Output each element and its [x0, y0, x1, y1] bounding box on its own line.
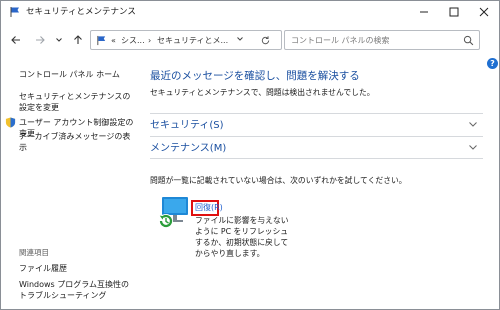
- chevron-down-icon: [56, 38, 62, 42]
- flag-icon: [97, 35, 106, 46]
- minimize-icon: [420, 11, 428, 13]
- close-button[interactable]: [471, 1, 497, 23]
- section-maintenance-label[interactable]: メンテナンス(M): [150, 142, 226, 155]
- page-subtitle: セキュリティとメンテナンスで、問題は検出されませんでした。: [150, 88, 375, 97]
- sidebar-item-file-history[interactable]: ファイル履歴: [19, 263, 137, 274]
- page-title: 最近のメッセージを確認し、問題を解決する: [150, 70, 360, 82]
- search-icon: [463, 35, 474, 46]
- recent-locations-button[interactable]: [50, 31, 68, 49]
- forward-button[interactable]: [31, 31, 49, 49]
- section-maintenance[interactable]: メンテナンス(M): [150, 136, 483, 159]
- arrow-up-icon: [74, 35, 82, 44]
- window-title: セキュリティとメンテナンス: [26, 7, 136, 17]
- address-dropdown-button[interactable]: [236, 35, 244, 45]
- pc-recovery-icon: [159, 197, 188, 228]
- sidebar: コントロール パネル ホーム セキュリティとメンテナンスの設定を変更 ユーザー …: [1, 55, 141, 309]
- maximize-icon: [449, 7, 459, 17]
- shield-icon: [5, 117, 16, 128]
- sidebar-item-change-settings[interactable]: セキュリティとメンテナンスの設定を変更: [19, 91, 135, 113]
- recovery-link[interactable]: 回復(R): [195, 202, 223, 213]
- recovery-description: ファイルに影響を与えないように PC をリフレッシュするか、初期状態に戻してから…: [195, 216, 289, 258]
- window: セキュリティとメンテナンス « シス... › セキュリティとメ... コントロ…: [0, 0, 500, 310]
- chevron-down-icon: [237, 37, 243, 41]
- related-header: 関連項目: [19, 248, 49, 257]
- search-input[interactable]: コントロール パネルの検索: [284, 30, 480, 50]
- arrow-right-icon: [36, 36, 45, 44]
- help-icon[interactable]: ?: [487, 58, 498, 69]
- refresh-icon: [261, 36, 269, 45]
- sidebar-item-archived-messages[interactable]: アーカイブ済みメッセージの表示: [19, 131, 137, 153]
- address-bar[interactable]: « シス... › セキュリティとメ...: [90, 30, 282, 50]
- chevron-down-icon[interactable]: [468, 119, 478, 129]
- flag-icon: [10, 7, 19, 17]
- section-security[interactable]: セキュリティ(S): [150, 113, 483, 136]
- maximize-button[interactable]: [441, 1, 467, 23]
- breadcrumb-separator[interactable]: ›: [148, 35, 151, 46]
- breadcrumb-item-system[interactable]: シス...: [121, 35, 145, 46]
- main-content: 最近のメッセージを確認し、問題を解決する セキュリティとメンテナンスで、問題は検…: [141, 55, 483, 309]
- up-button[interactable]: [69, 31, 87, 49]
- troubleshoot-hint: 問題が一覧に記載されていない場合は、次のいずれかを試してください。: [150, 176, 407, 185]
- search-placeholder: コントロール パネルの検索: [291, 36, 390, 45]
- navigation-bar: « シス... › セキュリティとメ... コントロール パネルの検索: [1, 27, 499, 53]
- breadcrumb-overflow[interactable]: «: [111, 35, 116, 46]
- refresh-button[interactable]: [257, 33, 273, 48]
- sidebar-item-compatibility-troubleshooter[interactable]: Windows プログラム互換性のトラブルシューティング: [19, 279, 135, 301]
- arrow-left-icon: [11, 36, 20, 44]
- sidebar-item-control-panel-home[interactable]: コントロール パネル ホーム: [19, 69, 137, 80]
- chevron-down-icon[interactable]: [468, 142, 478, 152]
- breadcrumb-item-security-maintenance[interactable]: セキュリティとメ...: [157, 35, 228, 46]
- back-button[interactable]: [7, 31, 25, 49]
- title-bar: セキュリティとメンテナンス: [1, 1, 499, 23]
- minimize-button[interactable]: [411, 1, 437, 23]
- section-security-label[interactable]: セキュリティ(S): [150, 119, 224, 132]
- close-icon: [479, 7, 489, 17]
